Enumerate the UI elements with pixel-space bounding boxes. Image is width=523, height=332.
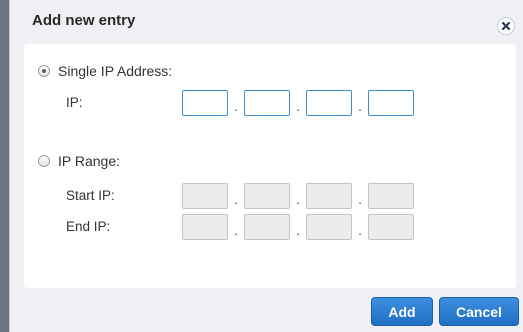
end-ip-label: End IP: bbox=[66, 219, 111, 234]
dialog-title: Add new entry bbox=[32, 12, 136, 29]
ip-octet-4-input[interactable] bbox=[368, 90, 414, 116]
ip-range-label: IP Range: bbox=[58, 153, 121, 169]
start-ip-octet-3-input[interactable] bbox=[306, 183, 352, 209]
start-ip-label: Start IP: bbox=[66, 188, 115, 203]
end-ip-octet-4-input[interactable] bbox=[368, 214, 414, 240]
ip-octet-2-input[interactable] bbox=[244, 90, 290, 116]
single-ip-input-group: . . . bbox=[182, 90, 414, 116]
add-entry-dialog: Add new entry Single IP Address: IP: . .… bbox=[9, 0, 523, 332]
single-ip-label: Single IP Address: bbox=[58, 63, 173, 79]
ip-label: IP: bbox=[66, 95, 83, 110]
start-ip-octet-2-input[interactable] bbox=[244, 183, 290, 209]
ip-octet-3-input[interactable] bbox=[306, 90, 352, 116]
add-button[interactable]: Add bbox=[371, 297, 433, 326]
octet-separator: . bbox=[358, 192, 362, 207]
octet-separator: . bbox=[296, 99, 300, 114]
end-ip-octet-2-input[interactable] bbox=[244, 214, 290, 240]
start-ip-octet-1-input[interactable] bbox=[182, 183, 228, 209]
end-ip-input-group: . . . bbox=[182, 214, 414, 240]
octet-separator: . bbox=[234, 223, 238, 238]
single-ip-option[interactable]: Single IP Address: bbox=[38, 63, 172, 79]
end-ip-octet-1-input[interactable] bbox=[182, 214, 228, 240]
octet-separator: . bbox=[234, 192, 238, 207]
ip-octet-1-input[interactable] bbox=[182, 90, 228, 116]
octet-separator: . bbox=[358, 223, 362, 238]
ip-range-radio[interactable] bbox=[38, 155, 50, 167]
close-button[interactable] bbox=[497, 17, 515, 35]
ip-range-option[interactable]: IP Range: bbox=[38, 153, 120, 169]
cancel-button[interactable]: Cancel bbox=[439, 297, 519, 326]
dialog-titlebar: Add new entry bbox=[10, 0, 523, 44]
octet-separator: . bbox=[296, 192, 300, 207]
octet-separator: . bbox=[234, 99, 238, 114]
octet-separator: . bbox=[358, 99, 362, 114]
start-ip-input-group: . . . bbox=[182, 183, 414, 209]
octet-separator: . bbox=[296, 223, 300, 238]
single-ip-radio[interactable] bbox=[38, 65, 50, 77]
dialog-content: Single IP Address: IP: . . . IP Range: S… bbox=[24, 44, 516, 288]
end-ip-octet-3-input[interactable] bbox=[306, 214, 352, 240]
start-ip-octet-4-input[interactable] bbox=[368, 183, 414, 209]
close-icon bbox=[501, 21, 511, 31]
